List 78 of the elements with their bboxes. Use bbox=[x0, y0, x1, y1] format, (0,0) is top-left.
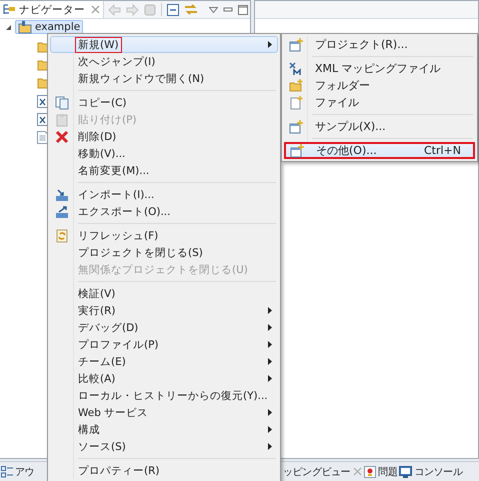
menu-item[interactable]: 削除(D) bbox=[50, 128, 278, 145]
menu-item[interactable]: フォルダー bbox=[284, 77, 475, 94]
menu-item[interactable]: Web サービス bbox=[50, 404, 278, 421]
menu-item[interactable]: ファイル bbox=[284, 94, 475, 111]
problems-icon bbox=[364, 466, 376, 478]
view-menu-icon[interactable] bbox=[209, 6, 218, 12]
navigator-icon bbox=[3, 4, 16, 15]
menu-item[interactable]: コピー(C) bbox=[50, 94, 278, 111]
tab-label: コンソール bbox=[414, 466, 462, 478]
view-tab[interactable]: ナビゲーター bbox=[0, 1, 104, 18]
console-icon bbox=[399, 466, 412, 478]
menu-item[interactable]: チーム(E) bbox=[50, 353, 278, 370]
new-project-icon bbox=[289, 38, 303, 52]
submenu-arrow-icon bbox=[268, 41, 272, 48]
submenu-arrow-icon bbox=[268, 409, 272, 416]
menu-item[interactable]: プロジェクト(R)... bbox=[284, 36, 475, 53]
menu-item[interactable]: 次へジャンプ(I) bbox=[50, 53, 278, 70]
menu-item[interactable]: 実行(R) bbox=[50, 302, 278, 319]
tab-label: アウ bbox=[15, 466, 34, 478]
submenu-arrow-icon bbox=[268, 358, 272, 365]
menu-item[interactable]: 移動(V)... bbox=[50, 145, 278, 162]
menu-item[interactable]: ソース(S) bbox=[50, 438, 278, 455]
clipboard-icon bbox=[55, 112, 69, 126]
menu-item[interactable]: インポート(I)... bbox=[50, 186, 278, 203]
submenu-arrow-icon bbox=[268, 443, 272, 450]
xml-map-icon bbox=[289, 62, 303, 76]
submenu-arrow-icon bbox=[268, 307, 272, 314]
close-icon[interactable] bbox=[353, 467, 362, 476]
copy-icon bbox=[55, 96, 69, 110]
maximize-icon[interactable] bbox=[238, 4, 248, 14]
menu-item[interactable]: 新規(W) bbox=[50, 36, 278, 53]
outline-icon bbox=[1, 466, 13, 478]
menu-item[interactable]: 検証(V) bbox=[50, 285, 278, 302]
minimize-icon[interactable] bbox=[223, 4, 233, 14]
menu-item[interactable]: 比較(A) bbox=[50, 370, 278, 387]
expand-arrow-icon[interactable] bbox=[5, 24, 12, 30]
xml-file-icon bbox=[37, 112, 48, 126]
menu-item[interactable]: エクスポート(O)... bbox=[50, 203, 278, 220]
close-icon[interactable] bbox=[91, 5, 100, 14]
back-arrow-icon[interactable] bbox=[108, 4, 121, 16]
view-tab[interactable]: コンソール bbox=[398, 462, 464, 481]
menu-item[interactable]: XML マッピングファイル bbox=[284, 60, 475, 77]
link-icon[interactable] bbox=[184, 3, 198, 16]
menu-item[interactable]: リフレッシュ(F) bbox=[50, 227, 278, 244]
menu-item[interactable]: サンプル(X)... bbox=[284, 118, 475, 135]
xml-file-icon bbox=[37, 94, 48, 108]
menu-item[interactable]: プロパティー(R) bbox=[50, 462, 278, 479]
delete-icon bbox=[55, 130, 69, 144]
new-folder-icon bbox=[289, 78, 303, 92]
menu-item[interactable]: 構成 bbox=[50, 421, 278, 438]
submenu-arrow-icon bbox=[268, 341, 272, 348]
new-file-icon bbox=[289, 96, 303, 110]
menu-item[interactable]: プロジェクトを閉じる(S) bbox=[50, 244, 278, 261]
refresh-icon bbox=[55, 228, 69, 242]
forward-arrow-icon[interactable] bbox=[126, 4, 139, 16]
import-icon bbox=[55, 188, 69, 202]
view-tab[interactable]: アウ bbox=[0, 462, 36, 481]
collapse-all-icon[interactable] bbox=[167, 4, 179, 16]
menu-item[interactable]: ローカル・ヒストリーからの復元(Y)... bbox=[50, 387, 278, 404]
tab-label: ッピングビュー bbox=[283, 466, 350, 478]
menu-item[interactable]: 名前変更(M)... bbox=[50, 162, 278, 179]
file-icon bbox=[37, 130, 48, 144]
view-tab[interactable]: 問題 bbox=[363, 462, 398, 481]
export-icon bbox=[55, 204, 69, 218]
project-folder-icon bbox=[18, 20, 32, 34]
new-project-icon bbox=[289, 120, 303, 134]
submenu-arrow-icon bbox=[268, 426, 272, 433]
menu-item[interactable]: プロファイル(P) bbox=[50, 336, 278, 353]
menu-item[interactable]: デバッグ(D) bbox=[50, 319, 278, 336]
submenu-arrow-icon bbox=[268, 375, 272, 382]
view-tab[interactable]: ッピングビュー bbox=[282, 462, 364, 481]
tab-label: 問題 bbox=[378, 466, 398, 478]
submenu-arrow-icon bbox=[268, 324, 272, 331]
menu-item[interactable]: その他(O)... Ctrl+N bbox=[284, 142, 475, 159]
new-project-icon bbox=[290, 144, 304, 158]
tree-item[interactable]: example bbox=[15, 20, 84, 34]
view-title: ナビゲーター bbox=[19, 2, 85, 16]
menu-item[interactable]: 新規ウィンドウで開く(N) bbox=[50, 70, 278, 87]
